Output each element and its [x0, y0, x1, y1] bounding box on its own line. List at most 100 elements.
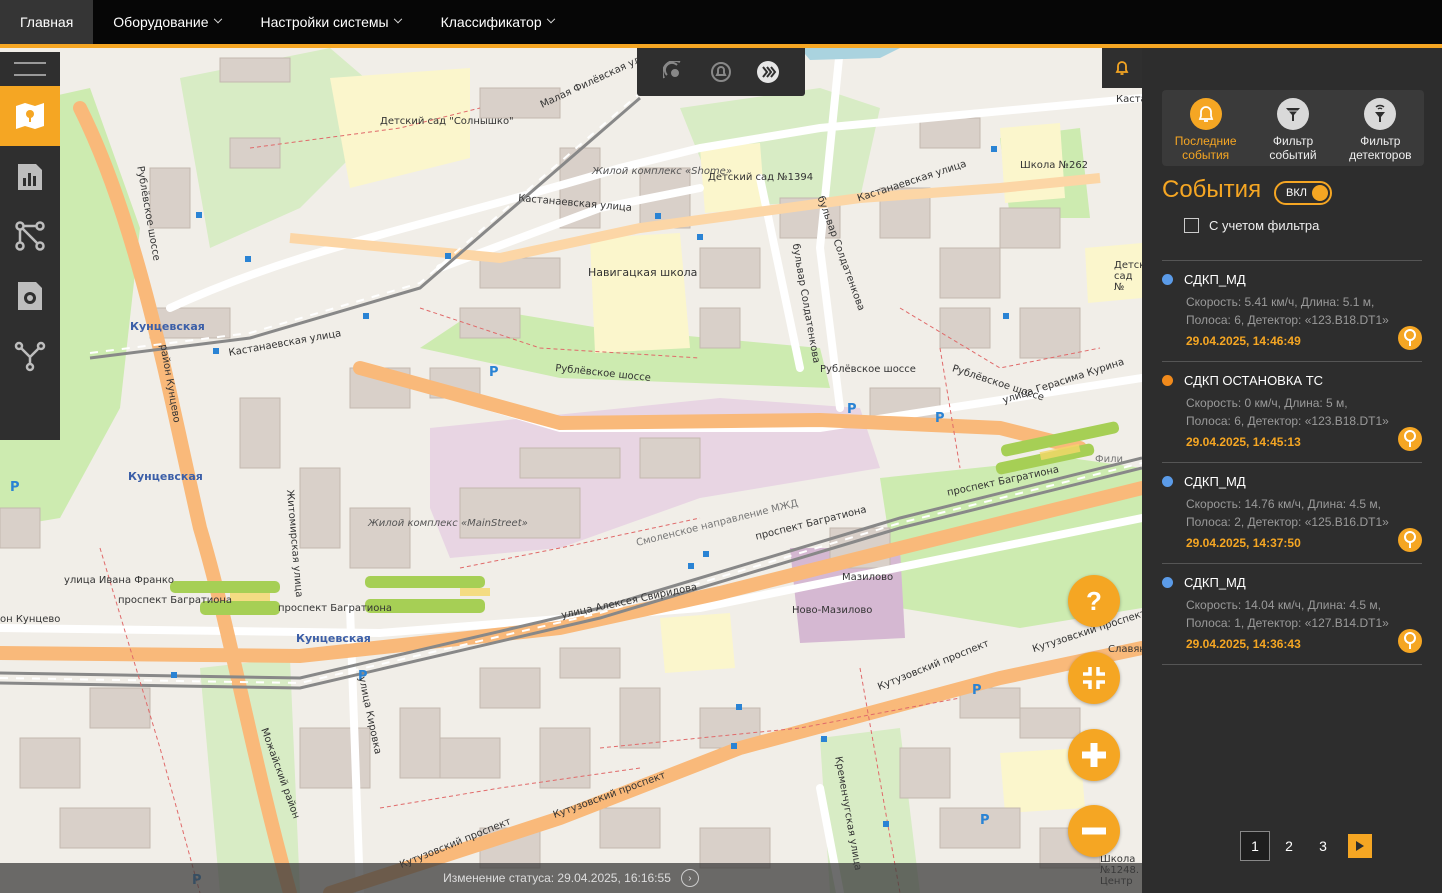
nav-item-equipment[interactable]: Оборудование [93, 0, 240, 44]
left-toolbar [0, 52, 60, 440]
chart-icon[interactable] [0, 146, 60, 206]
map-label: проспект Багратиона [118, 595, 233, 606]
map-label: Кунцевская [296, 632, 371, 645]
bell-icon [1189, 98, 1222, 130]
map-label: Навигацкая школа [588, 266, 698, 279]
status-text: Изменение статуса: 29.04.2025, 16:16:55 [443, 871, 671, 885]
graph-icon[interactable] [0, 206, 60, 266]
event-title: СДКП ОСТАНОВКА ТС [1184, 373, 1324, 388]
map-label: проспект Багратиона [278, 603, 393, 614]
map-label: Кунцевская [130, 320, 205, 333]
chevron-down-icon [546, 14, 555, 24]
page-button[interactable]: 1 [1240, 831, 1270, 861]
event-time: 29.04.2025, 14:36:43 [1186, 637, 1301, 651]
tab-detector-filter[interactable]: Фильтр детекторов [1340, 98, 1420, 166]
traffic-icon[interactable] [756, 60, 780, 84]
minus-icon [1082, 827, 1106, 835]
map-label: Школа №262 [1020, 160, 1089, 171]
panel-title: События [1162, 176, 1262, 203]
tab-recent-events[interactable]: Последние события [1166, 98, 1246, 166]
nav-item-label: Классификатор [440, 14, 542, 30]
radar-icon[interactable] [662, 60, 686, 84]
nav-item-label: Главная [20, 14, 74, 30]
event-details: Скорость: 14.04 км/ч, Длина: 4.5 м, [1186, 598, 1382, 612]
event-details: Полоса: 2, Детектор: «125.B16.DT1» [1186, 515, 1389, 529]
map-label: Рублёвское шоссе [820, 364, 916, 375]
tab-event-filter[interactable]: Фильтр событий [1253, 98, 1333, 166]
event-details: Скорость: 0 км/ч, Длина: 5 м, [1186, 396, 1348, 410]
chevron-down-icon [213, 14, 222, 24]
status-bar: Изменение статуса: 29.04.2025, 16:16:55 … [0, 863, 1142, 893]
filter-checkbox-row[interactable]: С учетом фильтра [1184, 218, 1319, 233]
event-details: Полоса: 6, Детектор: «123.B18.DT1» [1186, 414, 1389, 428]
nav-item-system-settings[interactable]: Настройки системы [241, 0, 421, 44]
map-view[interactable]: P P P P P P P P Детский сад "Солнышко" Ж… [0, 48, 1142, 893]
bell-icon [1115, 61, 1129, 75]
map-icon[interactable] [0, 86, 60, 146]
map-pin-icon[interactable] [1398, 427, 1422, 451]
map-label: Детск сад № [1114, 260, 1142, 293]
map-label: Кунцевская [128, 470, 203, 483]
alarm-icon[interactable] [709, 60, 733, 84]
events-panel: Последние события Фильтр событий Фильтр … [1142, 48, 1442, 893]
help-button[interactable]: ? [1068, 575, 1120, 627]
list-item[interactable]: СДКП_МД Скорость: 14.04 км/ч, Длина: 4.5… [1162, 564, 1422, 665]
event-time: 29.04.2025, 14:37:50 [1186, 536, 1301, 550]
network-icon[interactable] [0, 326, 60, 386]
menu-icon[interactable] [0, 52, 60, 86]
events-toggle[interactable]: ВКЛ [1274, 181, 1332, 205]
status-dot [1162, 577, 1173, 588]
map-label: Детский сад "Солнышко" [380, 116, 514, 127]
map-pin-icon[interactable] [1398, 629, 1422, 653]
svg-text:P: P [10, 480, 20, 495]
pagination: 1 2 3 [1240, 831, 1372, 861]
fit-screen-button[interactable] [1068, 652, 1120, 704]
tab-label: Последние события [1174, 134, 1237, 162]
map-label: Ново-Мазилово [792, 605, 873, 616]
filter-checkbox-label: С учетом фильтра [1209, 218, 1320, 233]
event-details: Полоса: 6, Детектор: «123.B18.DT1» [1186, 313, 1389, 327]
event-details: Скорость: 5.41 км/ч, Длина: 5.1 м, [1186, 295, 1375, 309]
event-details: Полоса: 1, Детектор: «127.B14.DT1» [1186, 616, 1389, 630]
tab-label: Фильтр детекторов [1349, 134, 1412, 162]
map-label: Каста [1116, 94, 1142, 105]
notifications-button[interactable] [1102, 48, 1142, 88]
filter-icon [1276, 98, 1309, 130]
help-label: ? [1086, 585, 1102, 616]
page-button[interactable]: 3 [1308, 831, 1338, 861]
next-page-button[interactable] [1348, 834, 1372, 858]
page-button[interactable]: 2 [1274, 831, 1304, 861]
list-item[interactable]: СДКП_МД Скорость: 5.41 км/ч, Длина: 5.1 … [1162, 261, 1422, 362]
camera-icon[interactable] [0, 266, 60, 326]
zoom-in-button[interactable] [1068, 729, 1120, 781]
list-item[interactable]: СДКП ОСТАНОВКА ТС Скорость: 0 км/ч, Длин… [1162, 362, 1422, 463]
svg-text:P: P [489, 365, 499, 380]
map-label: Фили [1095, 454, 1123, 465]
plus-icon [1082, 743, 1106, 767]
map-pin-icon[interactable] [1398, 326, 1422, 350]
chevron-right-icon [1356, 841, 1364, 851]
map-label: улица Ивана Франко [64, 575, 175, 586]
chevron-down-icon [393, 14, 402, 24]
map-mode-bar [637, 48, 805, 96]
event-time: 29.04.2025, 14:46:49 [1186, 334, 1301, 348]
map-label: Детский сад №1394 [708, 172, 814, 183]
zoom-out-button[interactable] [1068, 805, 1120, 857]
chevron-right-icon[interactable]: › [680, 869, 699, 887]
fit-screen-icon [1083, 667, 1105, 689]
svg-text:P: P [972, 683, 982, 698]
list-item[interactable]: СДКП_МД Скорость: 14.76 км/ч, Длина: 4.5… [1162, 463, 1422, 564]
tab-label: Фильтр событий [1269, 134, 1317, 162]
toggle-knob [1312, 185, 1328, 201]
filter-checkbox[interactable] [1184, 218, 1199, 233]
nav-item-main[interactable]: Главная [0, 0, 94, 44]
nav-item-label: Оборудование [113, 14, 209, 30]
top-navigation: Главная Оборудование Настройки системы К… [0, 0, 1442, 44]
panel-tabs: Последние события Фильтр событий Фильтр … [1162, 90, 1424, 166]
nav-item-classifier[interactable]: Классификатор [421, 0, 574, 44]
status-dot [1162, 476, 1173, 487]
map-pin-icon[interactable] [1398, 528, 1422, 552]
toggle-label: ВКЛ [1286, 187, 1307, 199]
event-details: Скорость: 14.76 км/ч, Длина: 4.5 м, [1186, 497, 1382, 511]
nav-item-label: Настройки системы [260, 14, 389, 30]
